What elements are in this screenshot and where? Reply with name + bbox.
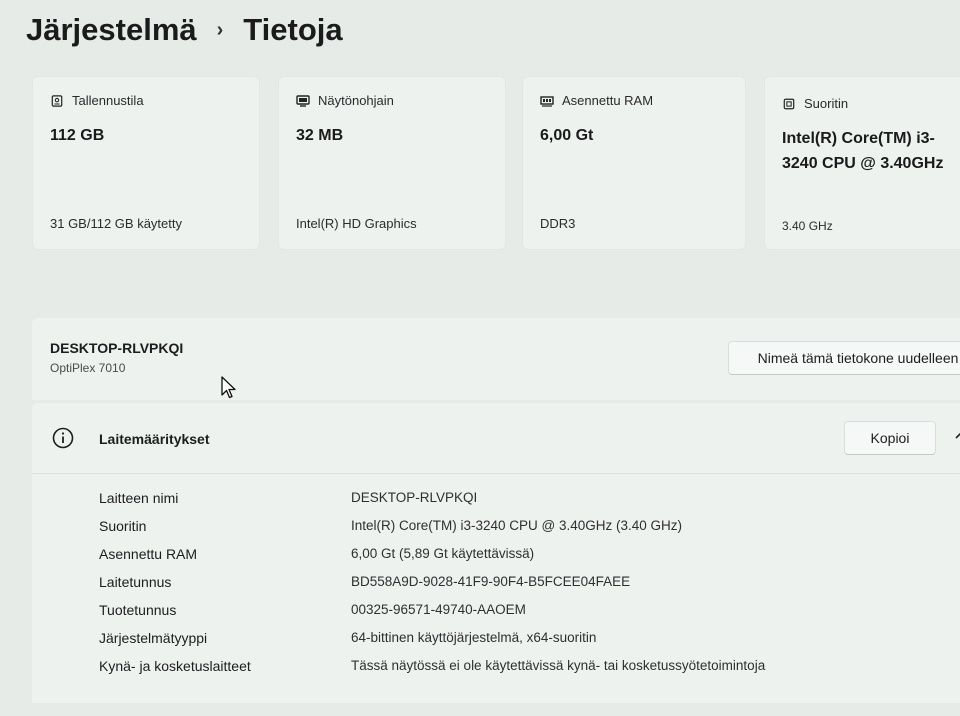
spec-label: Järjestelmätyyppi bbox=[99, 630, 208, 646]
spec-row: Suoritin Intel(R) Core(TM) i3-3240 CPU @… bbox=[99, 518, 959, 542]
divider bbox=[32, 473, 960, 474]
card-value: 32 MB bbox=[296, 127, 344, 144]
mouse-pointer-icon bbox=[221, 376, 236, 399]
card-value: 112 GB bbox=[50, 127, 105, 144]
card-title: Näytönohjain bbox=[318, 93, 394, 108]
ram-icon bbox=[540, 95, 554, 107]
processor-card[interactable]: Suoritin Intel(R) Core(TM) i3-3240 CPU @… bbox=[764, 76, 960, 250]
spec-row: Kynä- ja kosketuslaitteet Tässä näytössä… bbox=[99, 658, 959, 682]
chevron-up-icon[interactable] bbox=[954, 431, 960, 441]
card-subtitle: 3.40 GHz bbox=[782, 219, 833, 233]
card-value: Intel(R) Core(TM) i3-3240 CPU @ 3.40GHz bbox=[782, 130, 944, 172]
spec-row: Laitetunnus BD558A9D-9028-41F9-90F4-B5FC… bbox=[99, 574, 959, 598]
spec-value: BD558A9D-9028-41F9-90F4-B5FCEE04FAEE bbox=[351, 574, 631, 589]
device-specifications-panel: Laitemääritykset Kopioi Laitteen nimi DE… bbox=[32, 403, 960, 703]
spec-row: Tuotetunnus 00325-96571-49740-AAOEM bbox=[99, 602, 959, 626]
card-title: Suoritin bbox=[804, 96, 849, 111]
spec-value: 00325-96571-49740-AAOEM bbox=[351, 602, 526, 617]
storage-icon bbox=[51, 94, 63, 107]
spec-row: Asennettu RAM 6,00 Gt (5,89 Gt käytettäv… bbox=[99, 546, 959, 570]
display-adapter-card[interactable]: Näytönohjain 32 MB Intel(R) HD Graphics bbox=[278, 76, 506, 250]
info-icon bbox=[52, 427, 74, 449]
breadcrumb: Järjestelmä › Tietoja bbox=[26, 12, 343, 48]
section-title: Laitemääritykset bbox=[99, 431, 210, 447]
card-title: Asennettu RAM bbox=[562, 93, 654, 108]
breadcrumb-parent[interactable]: Järjestelmä bbox=[26, 12, 197, 48]
spec-label: Laitteen nimi bbox=[99, 490, 179, 506]
spec-label: Tuotetunnus bbox=[99, 602, 177, 618]
spec-label: Kynä- ja kosketuslaitteet bbox=[99, 658, 251, 674]
spec-value: Intel(R) Core(TM) i3-3240 CPU @ 3.40GHz … bbox=[351, 518, 683, 533]
spec-row: Järjestelmätyyppi 64-bittinen käyttöjärj… bbox=[99, 630, 959, 654]
device-specifications-header[interactable]: Laitemääritykset Kopioi bbox=[32, 403, 960, 473]
spec-row: Laitteen nimi DESKTOP-RLVPKQI bbox=[99, 490, 959, 514]
card-subtitle: Intel(R) HD Graphics bbox=[296, 216, 417, 231]
card-subtitle: DDR3 bbox=[540, 216, 576, 231]
device-panel: DESKTOP-RLVPKQI OptiPlex 7010 Nimeä tämä… bbox=[32, 318, 960, 400]
spec-value: 6,00 Gt (5,89 Gt käytettävissä) bbox=[351, 546, 535, 561]
display-adapter-icon bbox=[296, 94, 310, 107]
spec-value: DESKTOP-RLVPKQI bbox=[351, 490, 478, 505]
spec-value: 64-bittinen käyttöjärjestelmä, x64-suori… bbox=[351, 630, 597, 645]
card-subtitle: 31 GB/112 GB käytetty bbox=[50, 216, 182, 231]
spec-label: Laitetunnus bbox=[99, 574, 172, 590]
card-value: 6,00 Gt bbox=[540, 127, 594, 144]
spec-value: Tässä näytössä ei ole käytettävissä kynä… bbox=[351, 658, 766, 673]
chevron-right-icon: › bbox=[216, 18, 224, 41]
card-title: Tallennustila bbox=[72, 93, 144, 108]
spec-label: Asennettu RAM bbox=[99, 546, 198, 562]
device-name: DESKTOP-RLVPKQI bbox=[50, 340, 184, 356]
rename-pc-button[interactable]: Nimeä tämä tietokone uudelleen bbox=[728, 341, 960, 375]
ram-card[interactable]: Asennettu RAM 6,00 Gt DDR3 bbox=[522, 76, 746, 250]
storage-card[interactable]: Tallennustila 112 GB 31 GB/112 GB käytet… bbox=[32, 76, 260, 250]
page-title: Tietoja bbox=[243, 12, 343, 47]
device-model: OptiPlex 7010 bbox=[50, 361, 126, 375]
spec-label: Suoritin bbox=[99, 518, 147, 534]
processor-icon bbox=[783, 98, 795, 109]
copy-button[interactable]: Kopioi bbox=[844, 421, 936, 455]
